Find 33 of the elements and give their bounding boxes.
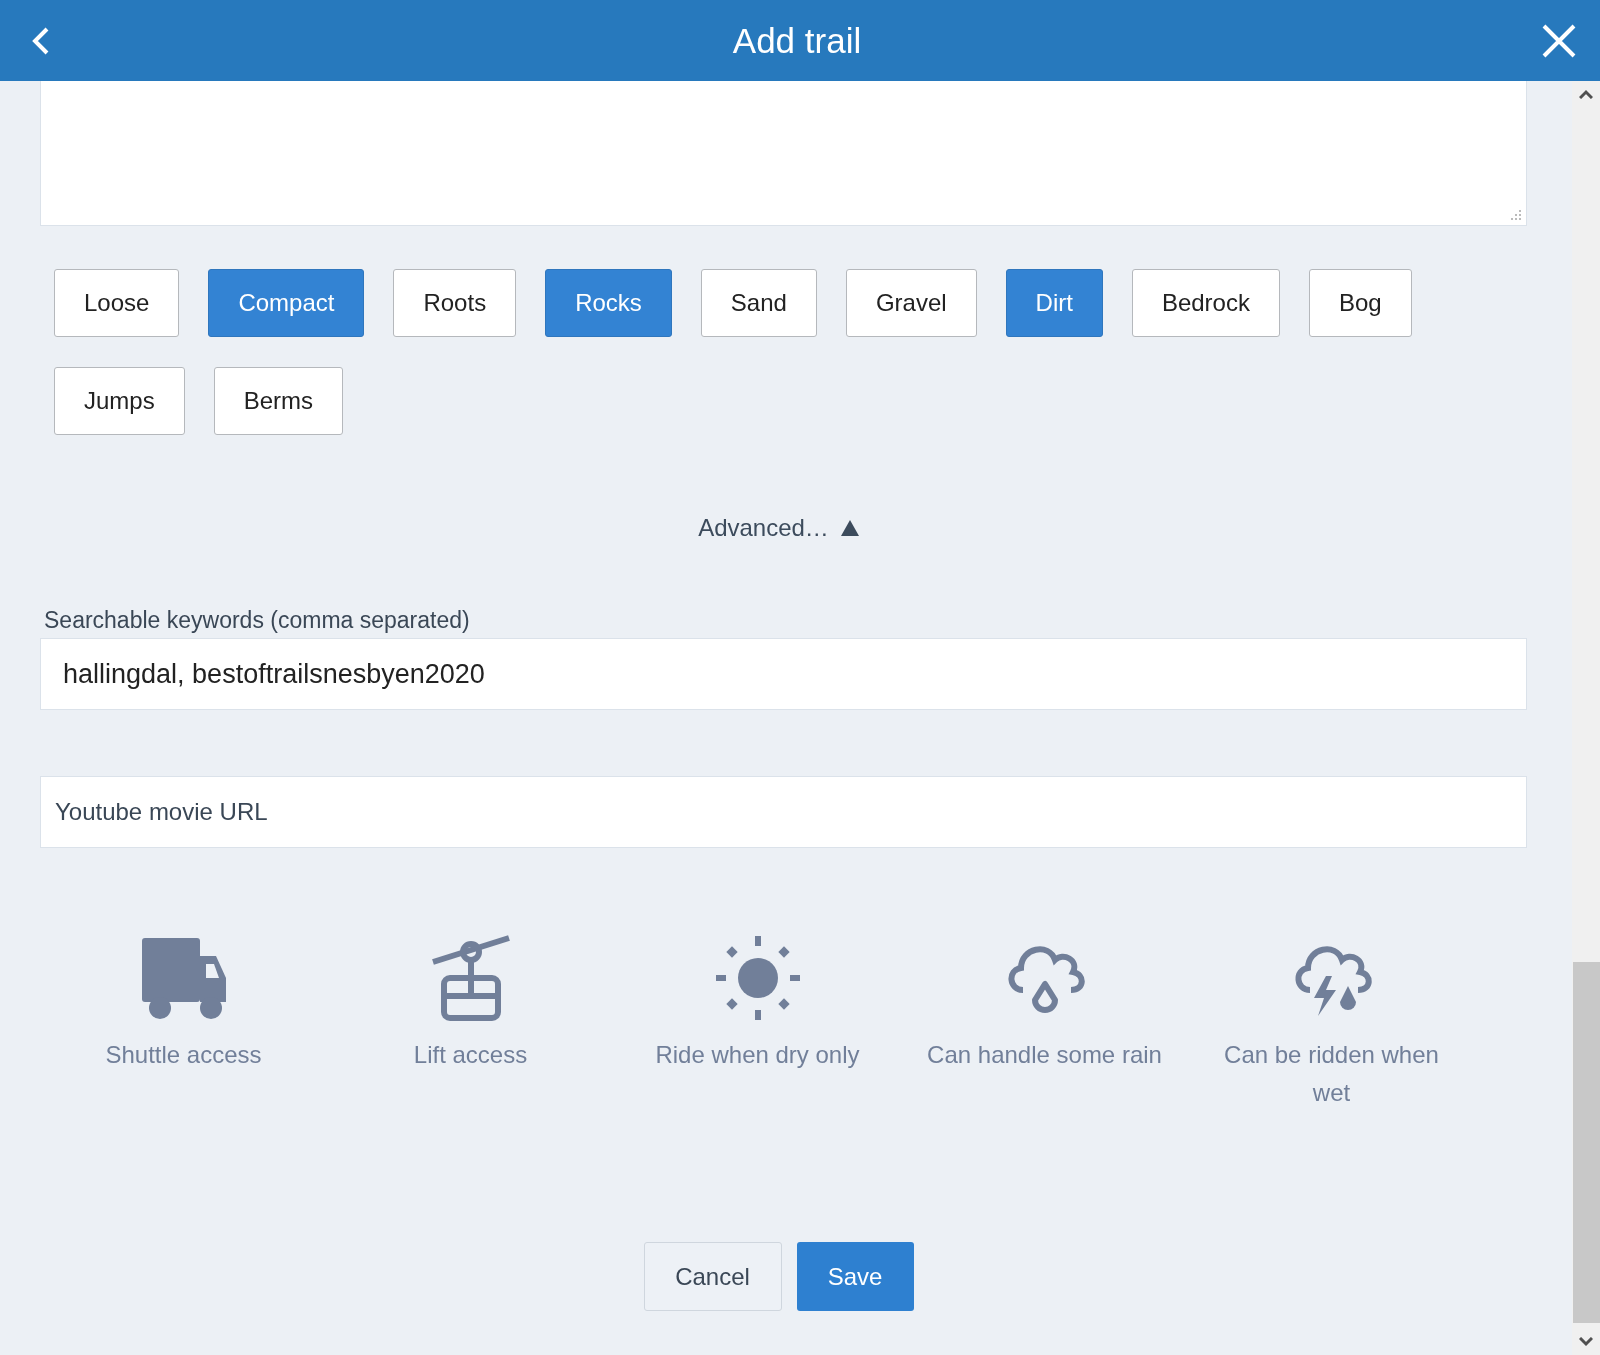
feature-toggle[interactable]: Ride when dry only xyxy=(614,934,901,1112)
surface-tag[interactable]: Sand xyxy=(700,269,817,337)
scroll-down-icon xyxy=(1579,1337,1593,1347)
description-field[interactable] xyxy=(40,81,1527,226)
window-title: Add trail xyxy=(732,20,862,61)
surface-tag[interactable]: Compact xyxy=(208,269,365,337)
surface-tag[interactable]: Rocks xyxy=(545,269,672,337)
surface-tag[interactable]: Loose xyxy=(54,269,180,337)
keywords-field[interactable]: hallingdal, bestoftrailsnesbyen2020 xyxy=(40,638,1527,710)
keywords-label: Searchable keywords (comma separated) xyxy=(43,607,471,634)
surface-tag[interactable]: Jumps xyxy=(54,367,185,435)
cable-car-icon xyxy=(430,934,511,1022)
feature-toggle[interactable]: Shuttle access xyxy=(40,934,327,1112)
youtube-url-field[interactable]: Youtube movie URL xyxy=(40,776,1527,848)
surface-tag[interactable]: Bog xyxy=(1308,269,1412,337)
feature-toggle[interactable]: Can handle some rain xyxy=(901,934,1188,1112)
resize-grip-icon xyxy=(1510,209,1522,221)
feature-toggle[interactable]: Can be ridden when wet xyxy=(1188,934,1475,1112)
surface-tag[interactable]: Gravel xyxy=(845,269,977,337)
surface-tag[interactable]: Berms xyxy=(213,367,344,435)
feature-toggle[interactable]: Lift access xyxy=(327,934,614,1112)
scrollbar[interactable] xyxy=(1572,81,1600,1355)
cancel-button[interactable]: Cancel xyxy=(643,1242,782,1311)
surface-tag[interactable]: Bedrock xyxy=(1131,269,1280,337)
triangle-icon xyxy=(840,520,859,536)
advanced-toggle[interactable]: Advanced… xyxy=(692,513,865,543)
save-button[interactable]: Save xyxy=(796,1242,914,1311)
surface-tag[interactable]: Roots xyxy=(393,269,517,337)
scrollbar-thumb[interactable] xyxy=(1573,962,1600,1323)
scroll-up-icon xyxy=(1579,89,1593,99)
close-icon xyxy=(1542,23,1576,58)
surface-tag[interactable]: Dirt xyxy=(1005,269,1103,337)
sun-icon xyxy=(715,934,800,1022)
